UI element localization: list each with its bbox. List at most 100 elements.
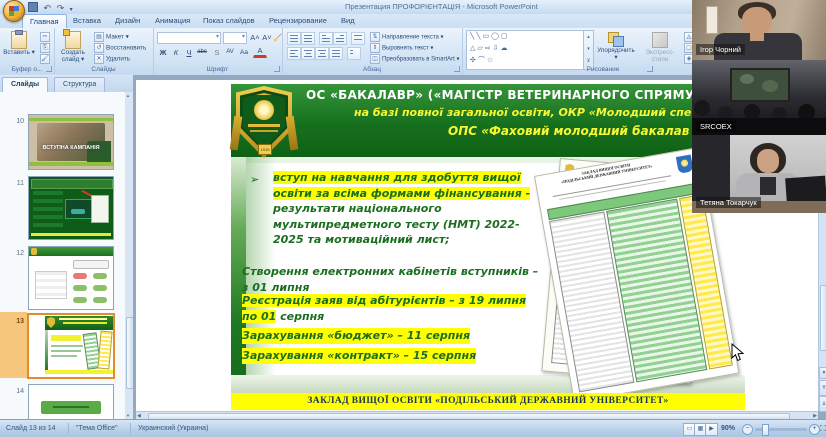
layout-button[interactable]: ▤Макет ▾ bbox=[94, 32, 129, 42]
tab-animaciya[interactable]: Анимация bbox=[148, 14, 197, 27]
qat-dropdown-icon[interactable]: ▾ bbox=[70, 6, 73, 13]
shape-cloud-icon[interactable]: ☁ bbox=[501, 45, 510, 52]
align-text-button[interactable]: ⇕Выровнять текст ▾ bbox=[370, 43, 433, 53]
columns-button[interactable] bbox=[347, 47, 361, 60]
decrease-indent-button[interactable] bbox=[319, 32, 333, 45]
slide-thumbnail-12[interactable] bbox=[28, 246, 114, 310]
slide-thumbnail-10[interactable]: ВСТУПНА КАМПАНІЯ bbox=[28, 114, 114, 170]
paragraph-cabinets[interactable]: Створення електронних кабінетів вступник… bbox=[242, 264, 542, 295]
font-dialog-launcher-icon[interactable] bbox=[274, 66, 280, 72]
font-name-combo[interactable] bbox=[157, 32, 221, 44]
tab-recenzirovanie[interactable]: Рецензирование bbox=[262, 14, 334, 27]
zoom-slider-thumb[interactable] bbox=[762, 424, 769, 436]
shapes-gallery[interactable]: ╲╲▭◯▢ △▱⇨⇩☁ ✣⌒☆ bbox=[466, 30, 587, 70]
undo-icon[interactable]: ↶ bbox=[44, 3, 52, 14]
bullet-text[interactable]: вступ на навчання для здобуття вищої осв… bbox=[273, 170, 549, 248]
format-painter-button[interactable]: 🖌 bbox=[40, 54, 52, 64]
previous-slide-button[interactable]: ⇈ bbox=[819, 380, 826, 396]
shape-oval-icon[interactable]: ◯ bbox=[491, 33, 501, 40]
align-left-button[interactable] bbox=[287, 47, 301, 60]
video-tile-classroom[interactable]: SRCOEX bbox=[692, 60, 826, 135]
video-tile-igor[interactable]: Ігор Чорний bbox=[692, 0, 826, 60]
slide-number: 13 bbox=[4, 318, 24, 325]
increase-indent-button[interactable] bbox=[333, 32, 347, 45]
arrange-button[interactable]: Упорядочить ▾ bbox=[596, 30, 636, 63]
drawing-dialog-launcher-icon[interactable] bbox=[647, 66, 653, 72]
pane-scroll-up-icon[interactable]: ▲ bbox=[126, 93, 130, 98]
shape-freeform-icon[interactable]: ✣ bbox=[470, 57, 478, 64]
slide-indicator: Слайд 13 из 14 bbox=[6, 425, 56, 432]
view-slideshow-button[interactable]: ▶ bbox=[705, 423, 718, 436]
shape-rounded-rect-icon[interactable]: ▢ bbox=[501, 33, 510, 40]
font-color-button[interactable]: А bbox=[253, 46, 267, 58]
zoom-in-button[interactable]: + bbox=[809, 424, 820, 435]
shape-arc-icon[interactable]: ⌒ bbox=[478, 57, 487, 64]
underline-button[interactable]: Ч bbox=[182, 46, 196, 59]
bullets-button[interactable] bbox=[287, 32, 301, 45]
smartart-button[interactable]: ◫Преобразовать в SmartArt ▾ bbox=[370, 54, 459, 64]
mouse-cursor bbox=[731, 343, 744, 362]
shape-parallelogram-icon[interactable]: ▱ bbox=[477, 45, 484, 52]
zoom-out-button[interactable]: − bbox=[742, 424, 753, 435]
text-direction-button[interactable]: ⇅Направление текста ▾ bbox=[370, 32, 444, 42]
group-paragraph: ⇅Направление текста ▾ ⇕Выровнять текст ▾… bbox=[282, 28, 463, 74]
new-slide-button[interactable]: Создать слайд ▾ bbox=[56, 30, 90, 63]
paste-button[interactable]: Вставить ▾ bbox=[2, 30, 36, 63]
language-indicator[interactable]: Украинский (Украина) bbox=[138, 425, 208, 432]
paragraph-budget[interactable]: Зарахування «бюджет» – 11 серпня bbox=[242, 328, 470, 344]
bold-button[interactable]: Ж bbox=[156, 46, 170, 59]
cut-button[interactable]: ✂ bbox=[40, 32, 52, 42]
font-size-combo[interactable] bbox=[223, 32, 247, 44]
change-case-button[interactable]: Aa bbox=[237, 46, 251, 59]
tab-glavnaya[interactable]: Главная bbox=[22, 14, 67, 28]
justify-button[interactable] bbox=[329, 47, 343, 60]
reset-button[interactable]: ↺Восстановить bbox=[94, 43, 146, 53]
next-slide-button[interactable]: ⇊ bbox=[819, 396, 826, 412]
scroll-thumb[interactable] bbox=[820, 285, 826, 351]
text-shadow-button[interactable]: S bbox=[210, 46, 224, 59]
pane-scrollbar[interactable]: ▲ ▼ bbox=[125, 92, 133, 419]
numbering-button[interactable] bbox=[301, 32, 315, 45]
save-icon[interactable] bbox=[28, 2, 38, 12]
tab-vid[interactable]: Вид bbox=[334, 14, 362, 27]
scroll-down-button[interactable]: ▼ bbox=[819, 367, 826, 379]
strikethrough-button[interactable]: abc bbox=[195, 46, 209, 59]
clipboard-dialog-launcher-icon[interactable] bbox=[46, 66, 52, 72]
shape-arrow-right-icon[interactable]: ⇨ bbox=[485, 45, 493, 52]
fit-to-window-button[interactable]: ⛶ bbox=[820, 424, 826, 434]
office-button[interactable] bbox=[3, 0, 25, 22]
status-bar: Слайд 13 из 14 "Тема Office" Украинский … bbox=[0, 419, 826, 437]
slide-thumbnail-13-selected[interactable] bbox=[27, 313, 115, 379]
tab-vstavka[interactable]: Вставка bbox=[66, 14, 108, 27]
video-tile-tetiana[interactable]: Тетяна Токарчук bbox=[692, 135, 826, 213]
copy-button[interactable]: ⎘ bbox=[40, 43, 52, 53]
zoom-level[interactable]: 90% bbox=[721, 425, 735, 432]
shape-rect-icon[interactable]: ▭ bbox=[482, 33, 491, 40]
pane-scroll-down-icon[interactable]: ▼ bbox=[126, 413, 130, 418]
align-center-button[interactable] bbox=[301, 47, 315, 60]
new-slide-icon bbox=[65, 31, 81, 49]
italic-button[interactable]: К bbox=[169, 46, 183, 59]
line-spacing-button[interactable] bbox=[351, 32, 365, 45]
shape-arrow-down-icon[interactable]: ⇩ bbox=[493, 45, 501, 52]
wall-frame bbox=[706, 6, 718, 34]
quick-styles-button[interactable]: Экспресс-стили bbox=[638, 30, 682, 63]
emblem-sun-icon bbox=[254, 100, 274, 120]
paragraph-registration[interactable]: Реєстрація заяв від абітурієнтів – з 19 … bbox=[242, 293, 542, 324]
shape-star-icon[interactable]: ☆ bbox=[487, 57, 495, 64]
char-spacing-button[interactable]: AV bbox=[223, 46, 237, 59]
redo-icon[interactable]: ↷ bbox=[57, 3, 65, 14]
delete-slide-button[interactable]: ✕Удалить bbox=[94, 54, 130, 64]
pane-tab-slides[interactable]: Слайды bbox=[2, 77, 48, 92]
paragraph-dialog-launcher-icon[interactable] bbox=[454, 66, 460, 72]
paragraph-contract[interactable]: Зарахування «контракт» – 15 серпня bbox=[242, 348, 476, 364]
tab-pokaz-slaydov[interactable]: Показ слайдов bbox=[196, 14, 262, 27]
shapes-gallery-scrollbar[interactable]: ▴▾⊻ bbox=[583, 30, 594, 70]
slide-thumbnail-11[interactable] bbox=[28, 176, 114, 240]
align-right-button[interactable] bbox=[315, 47, 329, 60]
theme-indicator[interactable]: "Тема Office" bbox=[76, 425, 118, 432]
pane-tabs: Слайды Структура bbox=[0, 76, 133, 92]
tab-dizayn[interactable]: Дизайн bbox=[108, 14, 147, 27]
slides-pane: Слайды Структура 10 ВСТУПНА КАМПАНІЯ 11 bbox=[0, 75, 134, 419]
pane-tab-outline[interactable]: Структура bbox=[54, 77, 105, 92]
